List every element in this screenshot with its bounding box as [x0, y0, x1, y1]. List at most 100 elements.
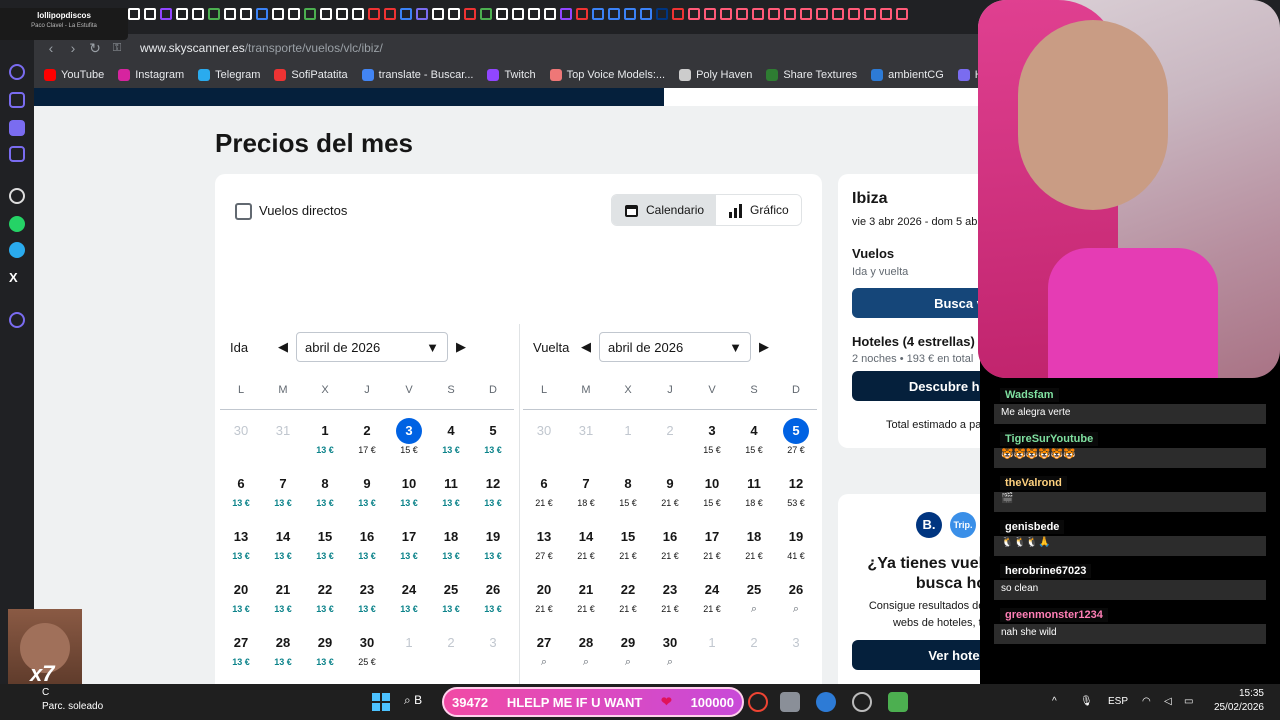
weather-widget[interactable]: C Parc. soleado	[42, 686, 103, 714]
calendar-day[interactable]: 14 21 €	[565, 516, 607, 569]
calendar-day[interactable]: 7 18 €	[565, 463, 607, 516]
search-price-icon[interactable]: ⌕	[607, 656, 649, 669]
tab-favicon-icon[interactable]	[688, 8, 700, 20]
tab-favicon-icon[interactable]	[320, 8, 332, 20]
tab-favicon-icon[interactable]	[336, 8, 348, 20]
forward-icon[interactable]: ›	[62, 40, 84, 56]
tab-favicon-icon[interactable]	[304, 8, 316, 20]
tab-favicon-icon[interactable]	[832, 8, 844, 20]
calendar-day[interactable]: 30 25 €	[346, 622, 388, 675]
site-info-icon[interactable]: ⚿	[106, 42, 128, 55]
tab-favicon-icon[interactable]	[496, 8, 508, 20]
chatgpt-icon[interactable]	[9, 188, 25, 204]
calendar-day[interactable]: 17 13 €	[388, 516, 430, 569]
tab-favicon-icon[interactable]	[640, 8, 652, 20]
calendar-day[interactable]: 24 21 €	[691, 569, 733, 622]
volume-icon[interactable]: ◁	[1164, 696, 1172, 707]
tab-favicon-icon[interactable]	[752, 8, 764, 20]
bookmark-item[interactable]: Twitch	[487, 69, 536, 81]
search-price-icon[interactable]: ⌕	[733, 603, 775, 616]
tab-favicon-icon[interactable]	[592, 8, 604, 20]
bookmark-item[interactable]: Telegram	[198, 69, 260, 81]
next-month-icon[interactable]: ▶	[751, 339, 777, 355]
tab-favicon-icon[interactable]	[800, 8, 812, 20]
tab-favicon-icon[interactable]	[848, 8, 860, 20]
tab-favicon-icon[interactable]	[384, 8, 396, 20]
tab-favicon-icon[interactable]	[480, 8, 492, 20]
calendar-day[interactable]: 3 15 €	[691, 410, 733, 463]
calendar-day[interactable]: 25 ⌕	[733, 569, 775, 622]
calendar-day[interactable]: 14 13 €	[262, 516, 304, 569]
tab-favicon-icon[interactable]	[896, 8, 908, 20]
tab-favicon-icon[interactable]	[272, 8, 284, 20]
tab-favicon-icon[interactable]	[240, 8, 252, 20]
calendar-day[interactable]: 8 15 €	[607, 463, 649, 516]
taskbar-search[interactable]: ⌕ B	[404, 693, 422, 708]
search-price-icon[interactable]: ⌕	[523, 656, 565, 669]
calendar-day[interactable]: 11 13 €	[430, 463, 472, 516]
calendar-day[interactable]: 18 21 €	[733, 516, 775, 569]
tab-favicon-icon[interactable]	[208, 8, 220, 20]
obs-app-icon[interactable]	[852, 692, 872, 712]
tab-favicon-icon[interactable]	[768, 8, 780, 20]
tab-favicon-icon[interactable]	[704, 8, 716, 20]
calendar-day[interactable]: 16 13 €	[346, 516, 388, 569]
calendar-day[interactable]: 25 13 €	[430, 569, 472, 622]
discover-hotels-button[interactable]: Descubre hoteles	[852, 371, 980, 401]
sidebar-app-icon[interactable]	[9, 92, 25, 108]
calendar-day[interactable]: 27 13 €	[220, 622, 262, 675]
calendar-day[interactable]: 23 21 €	[649, 569, 691, 622]
calendar-day[interactable]: 21 13 €	[262, 569, 304, 622]
tab-favicon-icon[interactable]	[656, 8, 668, 20]
back-icon[interactable]: ‹	[40, 40, 62, 56]
calendar-day[interactable]: 15 21 €	[607, 516, 649, 569]
calendar-day[interactable]: 23 13 €	[346, 569, 388, 622]
calendar-day[interactable]: 19 41 €	[775, 516, 817, 569]
tab-favicon-icon[interactable]	[816, 8, 828, 20]
tab-favicon-icon[interactable]	[560, 8, 572, 20]
calculator-app-icon[interactable]	[780, 692, 800, 712]
calendar-day[interactable]: 19 13 €	[472, 516, 514, 569]
tab-calendar[interactable]: Calendario	[612, 195, 717, 225]
tab-favicon-icon[interactable]	[576, 8, 588, 20]
calendar-day[interactable]: 29 ⌕	[607, 622, 649, 675]
tab-favicon-icon[interactable]	[432, 8, 444, 20]
calendar-day[interactable]: 27 ⌕	[523, 622, 565, 675]
prev-month-icon[interactable]: ◀	[270, 339, 296, 355]
calendar-day[interactable]: 24 13 €	[388, 569, 430, 622]
calendar-day[interactable]: 17 21 €	[691, 516, 733, 569]
search-price-icon[interactable]: ⌕	[565, 656, 607, 669]
tab-favicon-icon[interactable]	[160, 8, 172, 20]
tab-favicon-icon[interactable]	[352, 8, 364, 20]
bookmark-item[interactable]: ambientCG	[871, 69, 944, 81]
bookmark-item[interactable]: Share Textures	[766, 69, 857, 81]
tab-favicon-icon[interactable]	[224, 8, 236, 20]
sidebar-app-icon[interactable]	[9, 64, 25, 80]
calendar-day[interactable]: 5 27 €	[775, 410, 817, 463]
tab-favicon-icon[interactable]	[544, 8, 556, 20]
calendar-day[interactable]: 5 13 €	[472, 410, 514, 463]
bookmark-item[interactable]: Poly Haven	[679, 69, 752, 81]
calendar-day[interactable]: 6 13 €	[220, 463, 262, 516]
calendar-day[interactable]: 10 15 €	[691, 463, 733, 516]
calendar-day[interactable]: 6 21 €	[523, 463, 565, 516]
tab-chart[interactable]: Gráfico	[716, 195, 801, 225]
calendar-day[interactable]: 26 13 €	[472, 569, 514, 622]
tab-favicon-icon[interactable]	[416, 8, 428, 20]
bookmark-item[interactable]: YouTube	[44, 69, 104, 81]
calendar-day[interactable]: 8 13 €	[304, 463, 346, 516]
tab-favicon-icon[interactable]	[464, 8, 476, 20]
bookmark-item[interactable]: SofiPatatita	[274, 69, 348, 81]
microphone-icon[interactable]: 🎙	[1080, 696, 1093, 707]
calendar-day[interactable]: 12 13 €	[472, 463, 514, 516]
history-icon[interactable]	[9, 312, 25, 328]
tab-favicon-icon[interactable]	[720, 8, 732, 20]
tab-favicon-icon[interactable]	[624, 8, 636, 20]
search-price-icon[interactable]: ⌕	[775, 603, 817, 616]
calendar-day[interactable]: 1 13 €	[304, 410, 346, 463]
outbound-month-select[interactable]: abril de 2026 ▼	[296, 332, 448, 362]
calendar-day[interactable]: 13 27 €	[523, 516, 565, 569]
search-price-icon[interactable]: ⌕	[649, 656, 691, 669]
calendar-day[interactable]: 28 13 €	[262, 622, 304, 675]
tab-favicon-icon[interactable]	[448, 8, 460, 20]
